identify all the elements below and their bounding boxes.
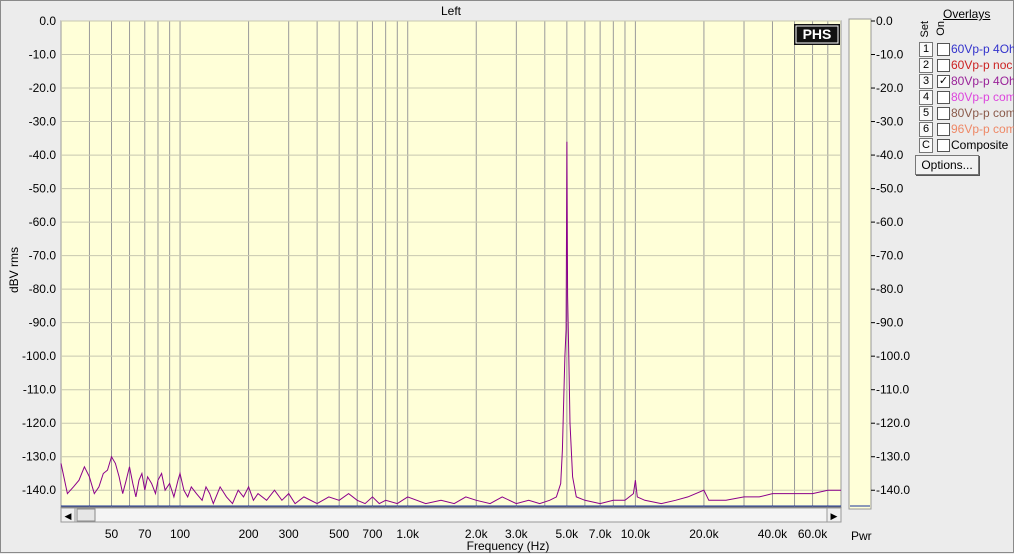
overlay-set-button[interactable]: 5 bbox=[919, 106, 933, 121]
overlay-set-button[interactable]: 3 bbox=[919, 74, 933, 89]
y-tick-label: -30.0 bbox=[29, 115, 57, 129]
y-tick-labels: 0.0 -10.0 -20.0 -30.0 -40.0 -50.0 -60.0 -70.0 -8… bbox=[22, 14, 56, 497]
power-scale-label: -10.0 bbox=[876, 48, 904, 62]
overlay-label: 96Vp-p com bbox=[951, 122, 1014, 136]
power-scale-label: -50.0 bbox=[876, 182, 904, 196]
x-tick-label: 50 bbox=[105, 527, 119, 541]
x-tick-label: 10.0k bbox=[621, 527, 651, 541]
overlay-on-checkbox[interactable] bbox=[937, 107, 950, 120]
y-tick-label: -40.0 bbox=[29, 148, 57, 162]
options-button[interactable]: Options... bbox=[915, 155, 979, 175]
x-tick-label: 5.0k bbox=[556, 527, 580, 541]
power-scale-label: -100.0 bbox=[876, 349, 910, 363]
overlay-label: Composite bbox=[951, 138, 1009, 152]
power-scale-label: -40.0 bbox=[876, 148, 904, 162]
x-tick-label: 100 bbox=[170, 527, 190, 541]
watermark-text: PHS bbox=[803, 26, 832, 42]
overlay-row: 4 80Vp-p com bbox=[919, 90, 1014, 105]
power-scale-label: -20.0 bbox=[876, 81, 904, 95]
power-scale-label: -30.0 bbox=[876, 115, 904, 129]
app-window: Left dBV rms 0.0 -10.0 -20.0 -30.0 -40.0 -50.… bbox=[0, 0, 1014, 553]
overlay-row: 2 60Vp-p noc bbox=[919, 58, 1014, 73]
scroll-right-icon: ▶ bbox=[831, 511, 838, 521]
y-tick-label: -60.0 bbox=[29, 215, 57, 229]
y-tick-label: -140.0 bbox=[22, 483, 56, 497]
x-tick-label: 200 bbox=[239, 527, 259, 541]
chart-title: Left bbox=[441, 4, 462, 18]
power-scale-label: 0.0 bbox=[876, 14, 893, 28]
power-scale-label: -110.0 bbox=[876, 383, 909, 397]
overlay-label: 80Vp-p 4Oh bbox=[951, 74, 1014, 88]
y-axis-label: dBV rms bbox=[7, 247, 21, 293]
power-scale-label: -120.0 bbox=[876, 416, 910, 430]
power-scale-label: -60.0 bbox=[876, 215, 904, 229]
watermark-logo: PHS bbox=[794, 24, 840, 45]
x-tick-label: 20.0k bbox=[689, 527, 719, 541]
overlay-on-checkbox[interactable] bbox=[937, 139, 950, 152]
power-scale-label: -80.0 bbox=[876, 282, 904, 296]
overlay-on-checkbox[interactable]: ✓ bbox=[937, 75, 950, 88]
y-tick-label: -50.0 bbox=[29, 182, 57, 196]
power-scale-label: -130.0 bbox=[876, 450, 910, 464]
scroll-left-icon: ◀ bbox=[65, 511, 72, 521]
power-scale-labels: 0.0 -10.0 -20.0 -30.0 -40.0 -50.0 -60.0 -70.0 -8… bbox=[871, 14, 910, 497]
y-tick-label: -120.0 bbox=[22, 416, 56, 430]
overlay-on-checkbox[interactable] bbox=[937, 91, 950, 104]
x-tick-label: 700 bbox=[362, 527, 382, 541]
overlay-label: 80Vp-p com bbox=[951, 90, 1014, 104]
overlay-set-button[interactable]: 2 bbox=[919, 58, 933, 73]
set-column-header: Set bbox=[919, 21, 931, 38]
x-tick-label: 40.0k bbox=[758, 527, 788, 541]
overlay-label: 80Vp-p com bbox=[951, 106, 1014, 120]
x-tick-label: 300 bbox=[279, 527, 299, 541]
on-column-header: On bbox=[935, 21, 947, 36]
overlay-row: 6 96Vp-p com bbox=[919, 122, 1014, 137]
x-axis-label: Frequency (Hz) bbox=[467, 539, 550, 553]
y-tick-label: -110.0 bbox=[23, 383, 56, 397]
y-tick-label: -130.0 bbox=[22, 450, 56, 464]
power-meter-bar bbox=[848, 18, 872, 510]
y-tick-label: -10.0 bbox=[29, 48, 57, 62]
y-tick-label: -80.0 bbox=[29, 282, 57, 296]
overlay-on-checkbox[interactable] bbox=[937, 43, 950, 56]
horizontal-scrollbar[interactable]: ◀ ▶ bbox=[60, 507, 842, 523]
y-tick-label: -90.0 bbox=[29, 316, 57, 330]
y-tick-label: 0.0 bbox=[39, 14, 56, 28]
overlay-label: 60Vp-p noc bbox=[951, 58, 1013, 72]
plot-area bbox=[60, 20, 842, 508]
overlay-on-checkbox[interactable] bbox=[937, 123, 950, 136]
power-meter: Pwr bbox=[848, 18, 872, 543]
scroll-thumb[interactable] bbox=[76, 508, 96, 522]
y-tick-label: -70.0 bbox=[29, 249, 57, 263]
overlay-on-checkbox[interactable] bbox=[937, 59, 950, 72]
overlays-title: Overlays bbox=[943, 7, 991, 21]
overlay-set-button[interactable]: 4 bbox=[919, 90, 933, 105]
overlay-row: 3 ✓ 80Vp-p 4Oh bbox=[919, 74, 1014, 89]
overlay-label: 60Vp-p 4Oh bbox=[951, 42, 1014, 56]
x-tick-label: 500 bbox=[329, 527, 349, 541]
power-scale-label: -90.0 bbox=[876, 316, 904, 330]
overlay-row: 5 80Vp-p com bbox=[919, 106, 1014, 121]
spectrum-chart: Left dBV rms 0.0 -10.0 -20.0 -30.0 -40.0 -50.… bbox=[7, 4, 910, 553]
power-meter-label: Pwr bbox=[851, 529, 872, 543]
overlay-row: C Composite bbox=[919, 138, 1014, 153]
power-scale-label: -70.0 bbox=[876, 249, 904, 263]
x-tick-label: 1.0k bbox=[396, 527, 420, 541]
x-tick-label: 60.0k bbox=[798, 527, 828, 541]
overlay-set-button[interactable]: 1 bbox=[919, 42, 933, 57]
overlay-set-button[interactable]: 6 bbox=[919, 122, 933, 137]
y-tick-label: -100.0 bbox=[22, 349, 56, 363]
y-tick-label: -20.0 bbox=[29, 81, 57, 95]
power-scale-label: -140.0 bbox=[876, 483, 910, 497]
x-tick-label: 7.0k bbox=[589, 527, 613, 541]
overlay-row: 1 60Vp-p 4Oh bbox=[919, 42, 1014, 57]
x-tick-label: 70 bbox=[138, 527, 152, 541]
overlay-set-button[interactable]: C bbox=[919, 138, 933, 153]
